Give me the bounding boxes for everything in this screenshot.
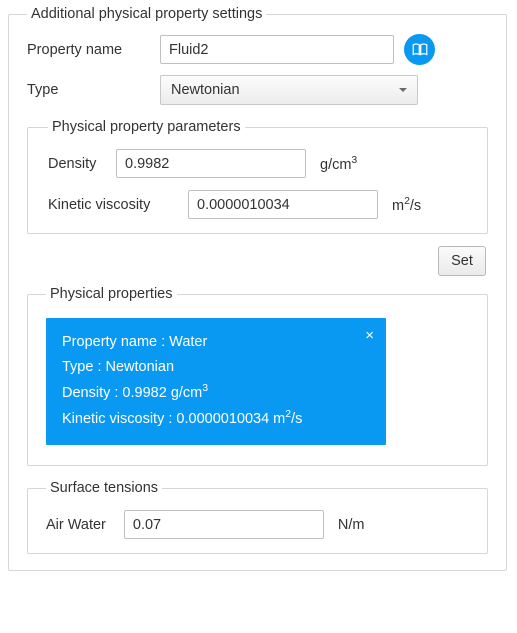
chevron-down-icon	[399, 88, 407, 92]
type-select-value: Newtonian	[171, 82, 240, 98]
book-icon	[411, 41, 429, 59]
viscosity-input[interactable]	[188, 190, 378, 219]
surface-tension-unit: N/m	[338, 517, 365, 533]
additional-settings-group: Additional physical property settings Pr…	[8, 6, 507, 571]
card-line-name: Property name : Water	[62, 330, 370, 355]
set-button[interactable]: Set	[438, 246, 486, 276]
properties-group: Physical properties × Property name : Wa…	[27, 286, 488, 466]
property-name-input[interactable]	[160, 35, 394, 64]
density-input[interactable]	[116, 149, 306, 178]
surface-pair-label: Air Water	[46, 517, 106, 533]
close-icon[interactable]: ×	[365, 328, 374, 343]
card-line-type: Type : Newtonian	[62, 355, 370, 380]
surface-tensions-group: Surface tensions Air Water N/m	[27, 480, 488, 554]
density-label: Density	[48, 156, 116, 172]
card-line-viscosity: Kinetic viscosity : 0.0000010034 m2/s	[62, 406, 370, 432]
density-unit: g/cm3	[320, 155, 357, 173]
library-button[interactable]	[404, 34, 435, 65]
viscosity-unit: m2/s	[392, 196, 421, 214]
parameters-legend: Physical property parameters	[48, 119, 245, 135]
type-select[interactable]: Newtonian	[160, 75, 418, 105]
property-name-label: Property name	[27, 42, 160, 58]
surface-tension-input[interactable]	[124, 510, 324, 539]
card-line-density: Density : 0.9982 g/cm3	[62, 380, 370, 406]
properties-legend: Physical properties	[46, 286, 177, 302]
parameters-group: Physical property parameters Density g/c…	[27, 119, 488, 234]
viscosity-label: Kinetic viscosity	[48, 197, 188, 213]
additional-settings-legend: Additional physical property settings	[27, 6, 266, 22]
property-card[interactable]: × Property name : Water Type : Newtonian…	[46, 318, 386, 445]
surface-tensions-legend: Surface tensions	[46, 480, 162, 496]
type-label: Type	[27, 82, 160, 98]
